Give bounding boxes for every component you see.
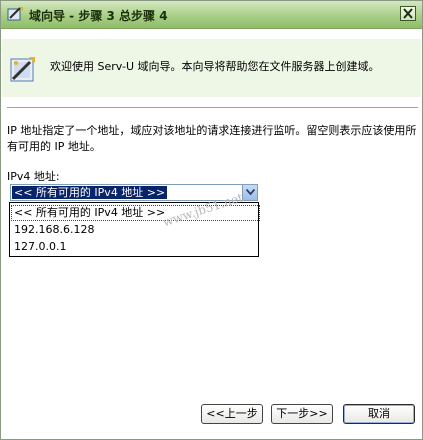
- ipv4-select-value: << 所有可用的 IPv4 地址 >>: [12, 186, 168, 199]
- wizard-header: 欢迎使用 Serv-U 域向导。本向导将帮助您在文件服务器上创建域。: [2, 39, 421, 97]
- next-button[interactable]: 下一步>>: [271, 404, 333, 424]
- title-bar: 域向导 - 步骤 3 总步骤 4: [1, 1, 422, 29]
- close-icon: [403, 8, 413, 19]
- wizard-icon: [8, 53, 38, 87]
- dropdown-option[interactable]: 127.0.0.1: [11, 239, 260, 255]
- domain-wizard-window: 域向导 - 步骤 3 总步骤 4 欢迎使用 Serv-U 域向导。本向导将帮助您…: [0, 0, 423, 440]
- welcome-text: 欢迎使用 Serv-U 域向导。本向导将帮助您在文件服务器上创建域。: [50, 60, 380, 73]
- wizard-icon: [7, 6, 24, 23]
- chevron-down-icon: [246, 189, 255, 195]
- header-separator: [7, 107, 418, 109]
- ip-description: IP 地址指定了一个地址，域应对该地址的请求连接进行监听。留空则表示应该使用所有…: [7, 124, 417, 153]
- dropdown-arrow-button[interactable]: [242, 185, 257, 200]
- ipv4-label: IPv4 地址:: [7, 170, 60, 183]
- cancel-button[interactable]: 取消: [343, 404, 415, 424]
- close-button[interactable]: [400, 6, 416, 21]
- back-button[interactable]: <<上一步: [201, 404, 263, 424]
- dropdown-option[interactable]: 192.168.6.128: [11, 222, 260, 238]
- window-title: 域向导 - 步骤 3 总步骤 4: [29, 9, 168, 23]
